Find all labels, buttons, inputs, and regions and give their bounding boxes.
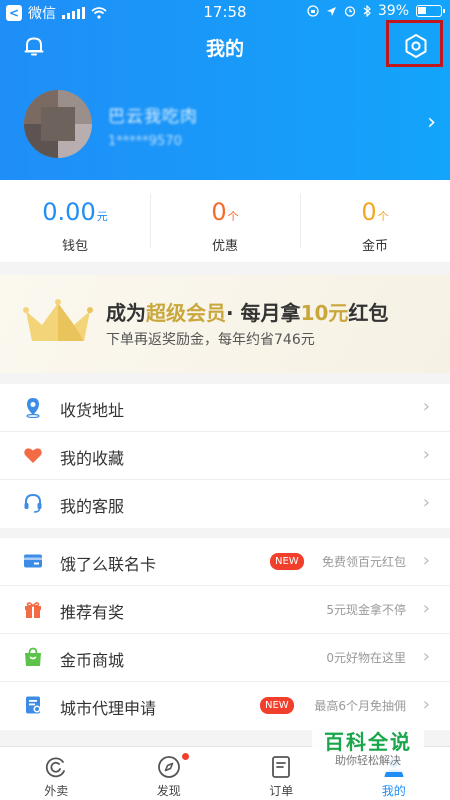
compass-icon [157, 756, 180, 778]
vip-title-mid: · 每月拿 [226, 301, 301, 325]
vip-title-post: 红包 [348, 301, 389, 325]
list-item-hint: 5元现金拿不停 [326, 603, 406, 617]
headset-icon [24, 493, 42, 513]
lock-rotation-icon [307, 5, 319, 17]
chevron-right-icon: › [422, 550, 430, 571]
vip-title-pre: 成为 [106, 301, 146, 325]
coupons-unit: 个 [227, 210, 239, 223]
list-item-hint: 免费领百元红包 [321, 555, 406, 569]
page-title: 我的 [205, 38, 244, 60]
coins-label: 金币 [361, 239, 388, 254]
vip-banner[interactable]: 成为超级会员· 每月拿10元红包 下单再返奖励金，每年约省746元 [0, 275, 450, 373]
chevron-right-icon: › [422, 492, 430, 513]
tab-label: 订单 [269, 784, 294, 798]
coins-value: 0 [361, 198, 377, 226]
tab-label: 我的 [381, 784, 406, 798]
tab-label: 外卖 [44, 784, 69, 798]
status-right: 39% [307, 3, 445, 19]
chevron-right-icon: › [422, 444, 430, 465]
stat-coupons[interactable]: 0个 优惠 [150, 180, 300, 262]
watermark-main: 百科全说 [324, 730, 412, 754]
chevron-right-icon: › [422, 646, 430, 667]
list-item-label: 城市代理申请 [60, 699, 157, 718]
stat-coins[interactable]: 0个 金币 [300, 180, 450, 262]
order-icon [272, 756, 291, 778]
tab-discover[interactable]: 发现 [113, 747, 226, 800]
card-icon [24, 554, 42, 568]
battery-percent: 39% [377, 3, 409, 19]
vip-title-amount: 10元 [300, 301, 349, 325]
status-bar: < 微信 17:58 39% [0, 0, 450, 24]
chevron-right-icon: › [427, 110, 436, 135]
list-item-label: 饿了么联名卡 [60, 555, 157, 574]
bluetooth-icon [363, 5, 371, 17]
user-phone: 1*****9570 [108, 134, 182, 149]
profile-row[interactable]: 巴云我吃肉 1*****9570 › [0, 90, 450, 170]
wallet-label: 钱包 [61, 239, 88, 254]
list-item-customer-service[interactable]: 我的客服 › [0, 480, 450, 528]
list-item-label: 推荐有奖 [60, 603, 125, 622]
list-item-label: 我的客服 [60, 497, 125, 516]
stat-wallet[interactable]: 0.00元 钱包 [0, 180, 150, 262]
vip-title-highlight: 超级会员 [146, 301, 226, 325]
list-item-co-brand-card[interactable]: 饿了么联名卡 NEW 免费领百元红包 › [0, 538, 450, 586]
list-item-address[interactable]: 收货地址 › [0, 384, 450, 432]
user-name: 巴云我吃肉 [108, 107, 198, 127]
discover-notification-dot [182, 753, 189, 760]
primary-menu-list: 收货地址 › 我的收藏 › 我的客服 › [0, 384, 450, 528]
new-badge: NEW [270, 553, 304, 570]
wallet-value: 0.00 [42, 198, 96, 226]
stats-bar: 0.00元 钱包 0个 优惠 0个 金币 [0, 180, 450, 262]
location-icon [26, 398, 40, 418]
tab-takeout[interactable]: 外卖 [0, 747, 113, 800]
profile-header: < 微信 17:58 39% 我的 巴云我吃肉 1*****9570 › [0, 0, 450, 180]
list-item-hint: 最高6个月免抽佣 [314, 699, 406, 713]
list-item-referral[interactable]: 推荐有奖 5元现金拿不停 › [0, 586, 450, 634]
list-item-label: 我的收藏 [60, 449, 125, 468]
takeout-icon [46, 757, 66, 778]
location-arrow-icon [326, 6, 336, 16]
alarm-icon [344, 6, 356, 17]
battery-icon [416, 5, 445, 17]
coupons-label: 优惠 [211, 239, 238, 254]
wallet-unit: 元 [96, 210, 108, 223]
chevron-right-icon: › [422, 598, 430, 619]
watermark-sub: 助你轻松解决 [335, 754, 401, 767]
tab-label: 发现 [156, 784, 181, 798]
chevron-right-icon: › [422, 694, 430, 715]
crown-icon [23, 299, 93, 341]
watermark-logo: 百科全说 助你轻松解决 [312, 730, 424, 772]
coupons-value: 0 [211, 198, 227, 226]
list-item-label: 收货地址 [60, 401, 125, 420]
new-badge: NEW [260, 697, 294, 714]
list-item-coin-mall[interactable]: 金币商城 0元好物在这里 › [0, 634, 450, 682]
gift-icon [25, 602, 41, 618]
list-item-label: 金币商城 [60, 651, 125, 670]
vip-subtitle: 下单再返奖励金，每年约省746元 [106, 332, 315, 348]
list-item-hint: 0元好物在这里 [326, 651, 406, 665]
settings-highlight-box [386, 20, 443, 67]
secondary-menu-list: 饿了么联名卡 NEW 免费领百元红包 › 推荐有奖 5元现金拿不停 › 金币商城… [0, 538, 450, 730]
coins-unit: 个 [377, 210, 389, 223]
vip-title: 成为超级会员· 每月拿10元红包 [106, 297, 388, 326]
avatar[interactable] [24, 90, 92, 158]
list-item-favorites[interactable]: 我的收藏 › [0, 432, 450, 480]
agent-doc-icon [26, 696, 41, 714]
chevron-right-icon: › [422, 396, 430, 417]
heart-icon [24, 448, 42, 463]
shop-bag-icon [25, 647, 41, 666]
list-item-city-agent[interactable]: 城市代理申请 NEW 最高6个月免抽佣 › [0, 682, 450, 730]
